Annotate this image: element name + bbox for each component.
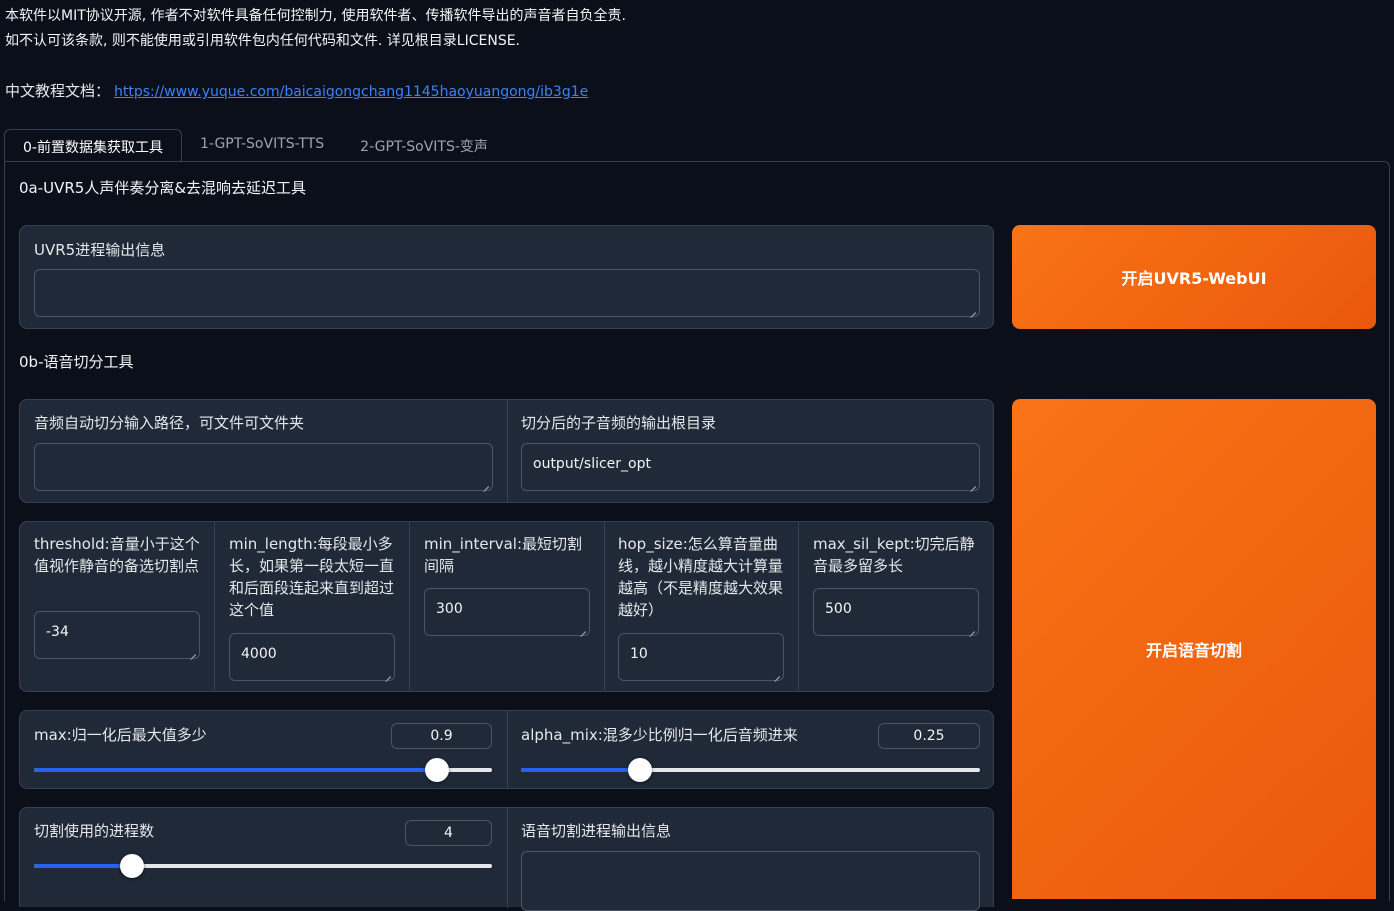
min-interval-field[interactable]: 300 bbox=[424, 588, 590, 636]
resize-handle-icon[interactable] bbox=[482, 480, 489, 487]
min-interval-value: 300 bbox=[436, 601, 463, 617]
resize-handle-icon[interactable] bbox=[968, 625, 975, 632]
max-sil-kept-value: 500 bbox=[825, 601, 852, 617]
slicer-output-label: 语音切割进程输出信息 bbox=[521, 822, 672, 840]
procs-label: 切割使用的进程数 bbox=[34, 822, 155, 840]
column-divider bbox=[798, 522, 799, 691]
procs-slider-thumb[interactable] bbox=[120, 854, 145, 878]
license-line-2: 如不认可该条款, 则不能使用或引用软件包内任何代码和文件. 详见根目录LICEN… bbox=[5, 33, 521, 49]
resize-handle-icon[interactable] bbox=[579, 625, 586, 632]
output-dir-label: 切分后的子音频的输出根目录 bbox=[521, 414, 717, 432]
tab-dataset-tools[interactable]: 0-前置数据集获取工具 bbox=[4, 129, 182, 162]
procs-slider[interactable] bbox=[34, 854, 492, 878]
hop-size-field[interactable]: 10 bbox=[618, 633, 784, 681]
threshold-field[interactable]: -34 bbox=[34, 611, 200, 659]
max-sil-kept-field[interactable]: 500 bbox=[813, 588, 979, 636]
max-slider[interactable] bbox=[34, 758, 492, 782]
uvr-output-label: UVR5进程输出信息 bbox=[34, 241, 166, 259]
alpha-mix-number-input[interactable]: 0.25 bbox=[878, 723, 980, 749]
slicer-output-textarea[interactable] bbox=[521, 851, 980, 911]
resize-handle-icon[interactable] bbox=[969, 306, 976, 313]
alpha-mix-slider[interactable] bbox=[521, 758, 980, 782]
max-number-input[interactable]: 0.9 bbox=[391, 723, 492, 749]
max-slider-fill bbox=[34, 768, 438, 772]
slicer-sliders-block: max:归一化后最大值多少 0.9 alpha_mix:混多少比例归一化后音频进… bbox=[19, 710, 994, 789]
column-divider bbox=[409, 522, 410, 691]
uvr-output-block: UVR5进程输出信息 bbox=[19, 225, 994, 329]
alpha-mix-slider-thumb[interactable] bbox=[628, 758, 653, 782]
resize-handle-icon[interactable] bbox=[189, 648, 196, 655]
column-divider bbox=[604, 522, 605, 691]
tab-tts[interactable]: 1-GPT-SoVITS-TTS bbox=[182, 129, 342, 162]
hop-size-value: 10 bbox=[630, 646, 648, 662]
doc-label: 中文教程文档： bbox=[5, 82, 111, 100]
alpha-mix-label: alpha_mix:混多少比例归一化后音频进来 bbox=[521, 726, 798, 744]
procs-number-input[interactable]: 4 bbox=[405, 820, 492, 846]
doc-link[interactable]: https://www.yuque.com/baicaigongchang114… bbox=[114, 84, 588, 100]
min-interval-label: min_interval:最短切割间隔 bbox=[424, 535, 583, 575]
resize-handle-icon[interactable] bbox=[969, 480, 976, 487]
license-line-1: 本软件以MIT协议开源, 作者不对软件具备任何控制力, 使用软件者、传播软件导出… bbox=[5, 8, 627, 24]
procs-slider-fill bbox=[34, 864, 133, 868]
column-divider bbox=[214, 522, 215, 691]
output-dir-field[interactable]: output/slicer_opt bbox=[521, 443, 980, 491]
license-notice: 本软件以MIT协议开源, 作者不对软件具备任何控制力, 使用软件者、传播软件导出… bbox=[5, 4, 626, 54]
column-divider bbox=[507, 711, 508, 788]
tab-voice-change[interactable]: 2-GPT-SoVITS-变声 bbox=[342, 129, 506, 162]
uvr-output-textarea[interactable] bbox=[34, 269, 980, 317]
resize-handle-icon[interactable] bbox=[773, 670, 780, 677]
max-slider-thumb[interactable] bbox=[425, 758, 450, 782]
column-divider bbox=[507, 400, 508, 502]
slicer-paths-block: 音频自动切分输入路径，可文件可文件夹 切分后的子音频的输出根目录 output/… bbox=[19, 399, 994, 503]
hop-size-label: hop_size:怎么算音量曲线，越小精度越大计算量越高（不是精度越大效果越好） bbox=[618, 535, 784, 619]
column-divider bbox=[507, 808, 508, 908]
doc-line: 中文教程文档： https://www.yuque.com/baicaigongc… bbox=[5, 80, 588, 101]
uvr-section-title: 0a-UVR5人声伴奏分离&去混响去延迟工具 bbox=[19, 179, 307, 197]
slicer-section-title: 0b-语音切分工具 bbox=[19, 353, 134, 371]
input-path-label: 音频自动切分输入路径，可文件可文件夹 bbox=[34, 414, 305, 432]
output-dir-value: output/slicer_opt bbox=[533, 456, 651, 472]
open-uvr5-webui-button[interactable]: 开启UVR5-WebUI bbox=[1012, 225, 1376, 329]
open-slicer-button[interactable]: 开启语音切割 bbox=[1012, 399, 1376, 899]
tab-bar: 0-前置数据集获取工具 1-GPT-SoVITS-TTS 2-GPT-SoVIT… bbox=[4, 129, 506, 162]
max-sil-kept-label: max_sil_kept:切完后静音最多留多长 bbox=[813, 535, 975, 575]
min-length-label: min_length:每段最小多长，如果第一段太短一直和后面段连起来直到超过这个… bbox=[229, 535, 395, 619]
input-path-field[interactable] bbox=[34, 443, 493, 491]
alpha-mix-slider-fill bbox=[521, 768, 641, 772]
threshold-value: -34 bbox=[46, 624, 69, 640]
min-length-value: 4000 bbox=[241, 646, 277, 662]
threshold-label: threshold:音量小于这个值视作静音的备选切割点 bbox=[34, 535, 200, 575]
min-length-field[interactable]: 4000 bbox=[229, 633, 395, 681]
max-label: max:归一化后最大值多少 bbox=[34, 726, 207, 744]
resize-handle-icon[interactable] bbox=[384, 670, 391, 677]
slicer-params-block: threshold:音量小于这个值视作静音的备选切割点 -34 min_leng… bbox=[19, 521, 994, 692]
slicer-procs-block: 切割使用的进程数 4 语音切割进程输出信息 bbox=[19, 807, 994, 911]
